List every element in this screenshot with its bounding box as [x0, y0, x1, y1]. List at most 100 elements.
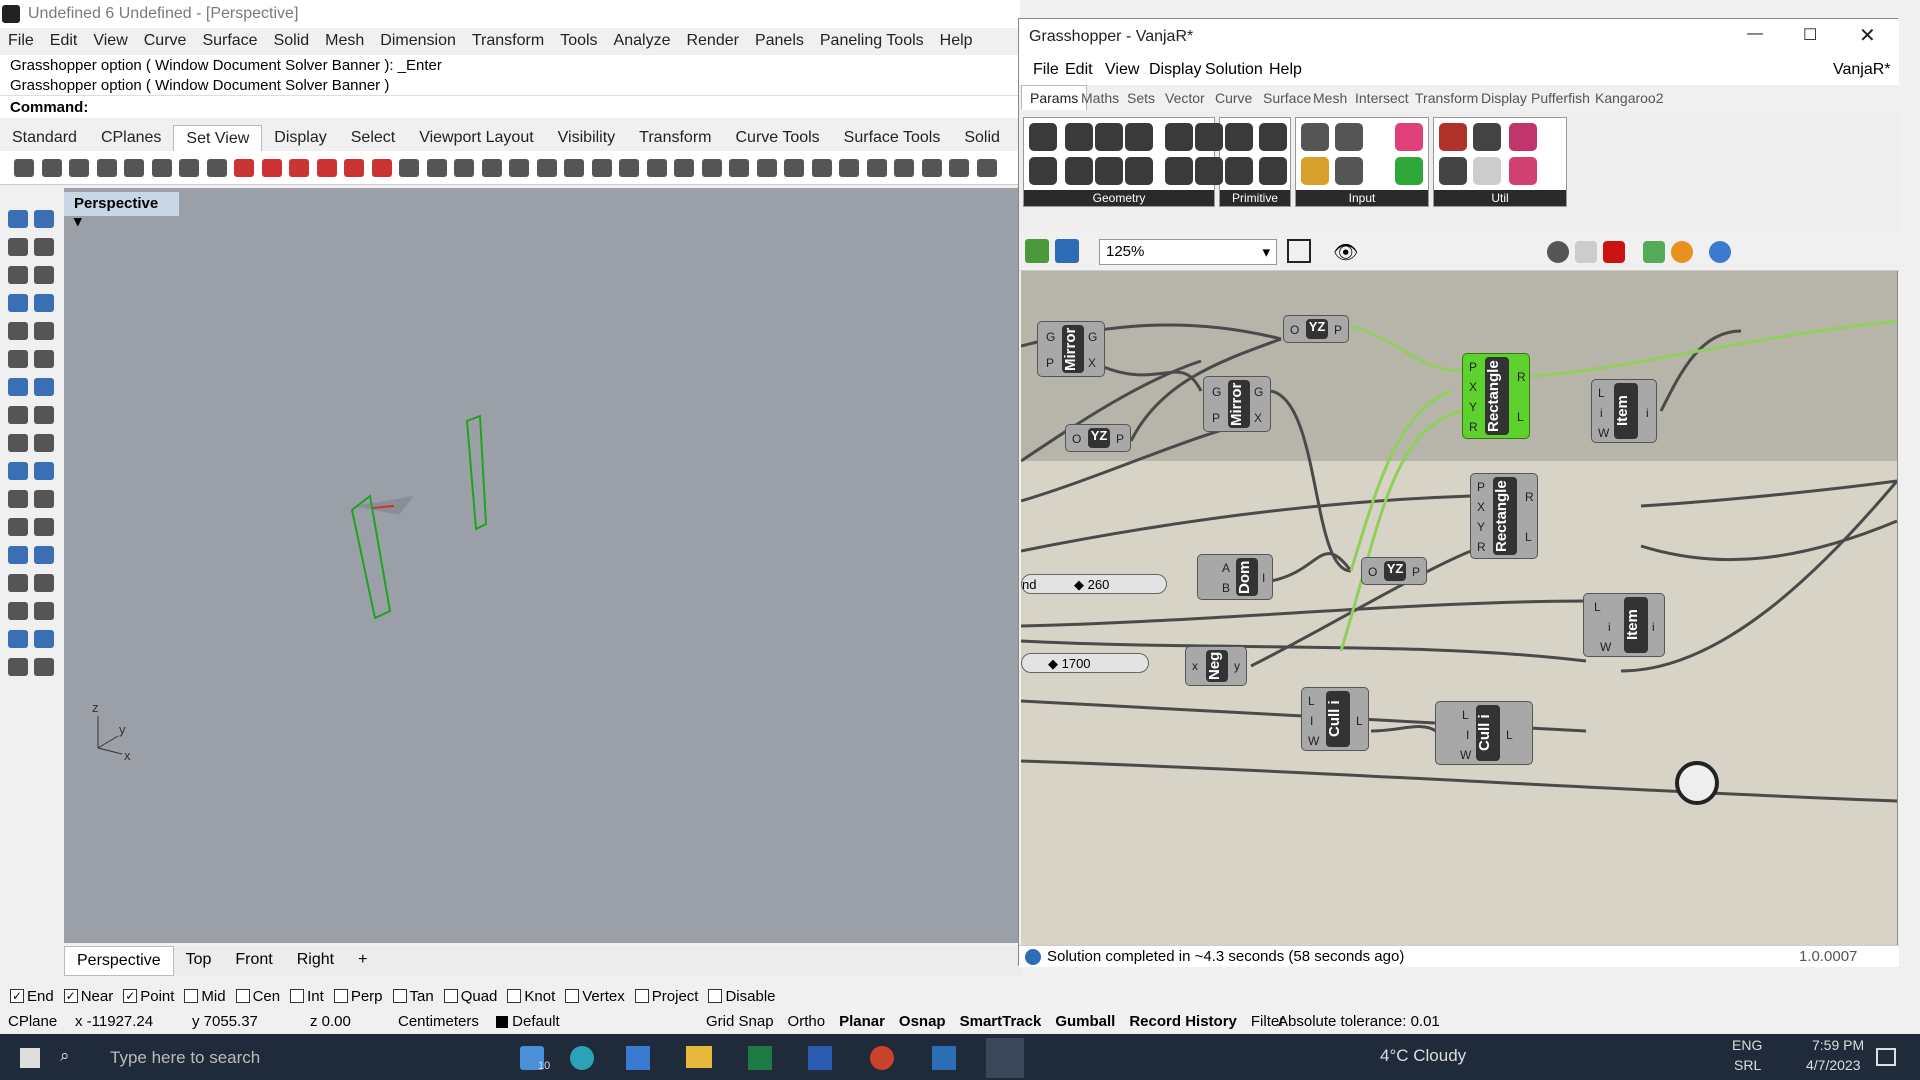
windows-start-icon[interactable]: [20, 1048, 40, 1068]
word-icon[interactable]: [808, 1046, 832, 1070]
view-tool-icon[interactable]: [344, 159, 364, 177]
selected-preview-icon[interactable]: [1643, 241, 1665, 263]
view-tool-icon[interactable]: [591, 159, 612, 177]
component-icon[interactable]: [1165, 157, 1193, 185]
tool-icon[interactable]: [34, 658, 54, 676]
tool-icon[interactable]: [34, 462, 54, 480]
osnap-tan[interactable]: Tan: [392, 988, 434, 1005]
checkbox[interactable]: [184, 989, 199, 1003]
number-slider[interactable]: nd ◆ 260: [1021, 574, 1167, 594]
tool-icon[interactable]: [34, 434, 54, 452]
gh-tab-pufferfish[interactable]: Pufferfish: [1531, 90, 1590, 106]
gh-tab-mesh[interactable]: Mesh: [1313, 90, 1347, 106]
language-code[interactable]: ENG: [1732, 1037, 1762, 1053]
component-icon[interactable]: [1301, 157, 1329, 185]
zoom-select[interactable]: 125% ▾: [1099, 239, 1277, 265]
mirror-node[interactable]: GP GX Mirror: [1037, 321, 1105, 377]
checkbox[interactable]: [392, 989, 407, 1003]
tool-icon[interactable]: [34, 266, 54, 284]
list-item-node[interactable]: Li Wi Item: [1591, 379, 1657, 443]
tab-visibility[interactable]: Visibility: [546, 125, 628, 151]
view-tool-icon[interactable]: [124, 159, 144, 177]
mesh-quality-icon[interactable]: [1709, 241, 1731, 263]
clock-time[interactable]: 7:59 PM: [1812, 1037, 1864, 1053]
mirror-node[interactable]: GP GX Mirror: [1203, 376, 1271, 432]
tool-icon[interactable]: [34, 490, 54, 508]
component-icon[interactable]: [1095, 123, 1123, 151]
tab-transform[interactable]: Transform: [627, 125, 723, 151]
component-icon[interactable]: [1225, 157, 1253, 185]
save-icon[interactable]: [1055, 239, 1079, 263]
component-icon[interactable]: [1225, 123, 1253, 151]
units-label[interactable]: Centimeters: [398, 1013, 479, 1030]
close-icon[interactable]: ✕: [1859, 23, 1876, 48]
tab-select[interactable]: Select: [339, 125, 407, 151]
tab-curve-tools[interactable]: Curve Tools: [723, 125, 831, 151]
viewport-tab-perspective[interactable]: Perspective: [64, 946, 174, 976]
tab-surface-tools[interactable]: Surface Tools: [832, 125, 953, 151]
gh-menu-file[interactable]: File: [1033, 61, 1059, 79]
menu-item-tools[interactable]: Tools: [552, 28, 605, 55]
zoom-extents-icon[interactable]: [1287, 239, 1311, 263]
osnap-end[interactable]: ✓ End: [10, 988, 54, 1005]
tool-icon[interactable]: [34, 350, 54, 368]
material-icon[interactable]: [1671, 241, 1693, 263]
component-icon[interactable]: [1395, 123, 1423, 151]
shaded-icon[interactable]: [1603, 241, 1625, 263]
menu-item-transform[interactable]: Transform: [464, 28, 552, 55]
view-tool-icon[interactable]: [811, 159, 832, 177]
tool-icon[interactable]: [34, 574, 54, 592]
tool-icon[interactable]: [8, 378, 28, 396]
tab-cplanes[interactable]: CPlanes: [89, 125, 173, 151]
view-tool-icon[interactable]: [729, 159, 749, 177]
rectangle-node[interactable]: PX YR RL Rectangle: [1470, 473, 1538, 559]
menu-item-view[interactable]: View: [85, 28, 135, 55]
notification-icon[interactable]: [1876, 1048, 1896, 1066]
checkbox[interactable]: [634, 989, 649, 1003]
view-tool-icon[interactable]: [976, 159, 997, 177]
maximize-icon[interactable]: ☐: [1803, 25, 1817, 45]
view-tool-icon[interactable]: [894, 159, 914, 177]
tab-standard[interactable]: Standard: [0, 125, 89, 151]
construct-domain-node[interactable]: ABI Dom: [1197, 554, 1273, 600]
list-item-node[interactable]: Li Wi Item: [1583, 593, 1665, 657]
viewport-title[interactable]: Perspective ▾: [64, 192, 179, 230]
tool-icon[interactable]: [34, 406, 54, 424]
checkbox[interactable]: [708, 989, 723, 1003]
tool-icon[interactable]: [8, 210, 28, 228]
cull-index-node[interactable]: LI WL Cull i: [1301, 687, 1369, 751]
tool-icon[interactable]: [8, 294, 28, 312]
menu-item-surface[interactable]: Surface: [194, 28, 265, 55]
rectangle-curve[interactable]: [350, 494, 392, 620]
minimize-icon[interactable]: —: [1747, 25, 1763, 43]
component-icon[interactable]: [1473, 157, 1501, 185]
osnap-near[interactable]: ✓ Near: [63, 988, 113, 1005]
view-tool-icon[interactable]: [206, 159, 227, 177]
status-toggle-ortho[interactable]: Ortho: [788, 1013, 826, 1030]
component-icon[interactable]: [1335, 157, 1363, 185]
view-tool-icon[interactable]: [151, 159, 172, 177]
tool-icon[interactable]: [8, 434, 28, 452]
view-tool-icon[interactable]: [234, 159, 254, 177]
preview-mode-icon[interactable]: [1547, 241, 1569, 263]
osnap-quad[interactable]: Quad: [443, 988, 497, 1005]
component-icon[interactable]: [1301, 123, 1329, 151]
tool-icon[interactable]: [8, 490, 28, 508]
osnap-disable[interactable]: Disable: [708, 988, 776, 1005]
weather[interactable]: 4°C Cloudy: [1380, 1046, 1466, 1066]
status-toggle-grid-snap[interactable]: Grid Snap: [706, 1013, 774, 1030]
view-tool-icon[interactable]: [426, 159, 447, 177]
tool-icon[interactable]: [8, 238, 28, 256]
calendar-icon[interactable]: [932, 1046, 956, 1070]
viewport-tab-front[interactable]: Front: [223, 946, 284, 976]
component-icon[interactable]: [1395, 157, 1423, 185]
tab-solid[interactable]: Solid: [952, 125, 1012, 151]
component-icon[interactable]: [1125, 123, 1153, 151]
view-tool-icon[interactable]: [399, 159, 419, 177]
gh-canvas[interactable]: GP GX Mirror GP GX Mirror OP YZ OP YZ OP…: [1021, 271, 1897, 945]
menu-item-mesh[interactable]: Mesh: [317, 28, 372, 55]
menu-item-edit[interactable]: Edit: [42, 28, 86, 55]
osnap-project[interactable]: Project: [634, 988, 698, 1005]
component-icon[interactable]: [1065, 123, 1093, 151]
view-tool-icon[interactable]: [784, 159, 804, 177]
